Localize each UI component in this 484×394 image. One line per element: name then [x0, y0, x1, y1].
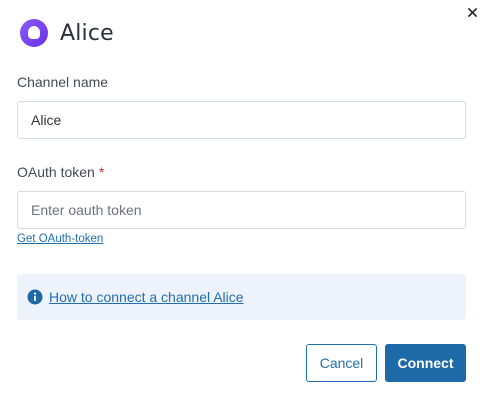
oauth-token-label: OAuth token *	[17, 164, 104, 180]
oauth-token-input[interactable]	[17, 191, 466, 229]
channel-name-input[interactable]	[17, 101, 466, 139]
dialog-title: Alice	[60, 20, 114, 46]
info-icon	[27, 289, 43, 305]
close-button[interactable]	[465, 5, 479, 19]
oauth-token-label-text: OAuth token	[17, 164, 95, 180]
connect-channel-dialog: Alice Channel name OAuth token* Get OAut…	[0, 0, 484, 394]
cancel-button[interactable]: Cancel	[306, 344, 377, 382]
required-asterisk: *	[98, 164, 105, 180]
how-to-connect-link[interactable]: How to connect a channel Alice	[49, 289, 244, 305]
info-box: How to connect a channel Alice	[17, 274, 466, 320]
get-oauth-token-link[interactable]: Get OAuth-token	[17, 233, 103, 245]
channel-name-label: Channel name	[17, 74, 108, 90]
connect-button[interactable]: Connect	[385, 344, 466, 382]
close-icon	[467, 7, 477, 17]
dialog-header: Alice	[20, 18, 114, 48]
channel-name-label-text: Channel name	[17, 74, 109, 90]
alice-logo-icon	[20, 19, 48, 47]
